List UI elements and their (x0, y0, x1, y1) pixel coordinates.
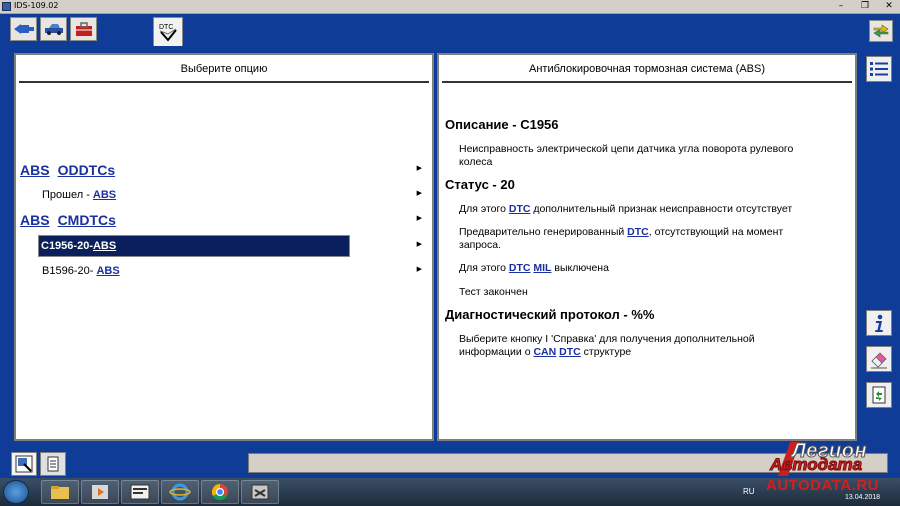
top-toolbar: DTC (0, 14, 900, 46)
close-button[interactable]: ✕ (882, 1, 896, 12)
windows-taskbar: RU 13.04.2018 (0, 478, 900, 506)
notes-icon (47, 456, 59, 472)
exit-button[interactable] (869, 20, 893, 42)
abs-link[interactable]: ABS (93, 240, 116, 252)
group-abs-oddtcs[interactable]: ABS ODDTCs ▶ (20, 159, 428, 181)
window-title: IDS-109.02 (14, 1, 59, 10)
file-explorer-icon (51, 486, 69, 499)
dtc-link[interactable]: DTC (509, 203, 531, 215)
expand-arrow-icon: ▶ (416, 266, 422, 273)
status-line-3: Для этого DTC MIL выключена (459, 262, 609, 274)
taskbar-chrome[interactable] (201, 480, 239, 504)
maximize-button[interactable]: ❐ (858, 1, 872, 12)
dtc-link[interactable]: DTC (627, 226, 649, 238)
mil-link[interactable]: MIL (533, 262, 551, 274)
dtc-icon: DTC (159, 24, 177, 42)
info-button[interactable] (866, 310, 892, 336)
protocol-title: Диагностический протокол - %% (445, 307, 655, 322)
list-item-label: C1956-20- ABS (20, 235, 350, 257)
list-item-label: B1596-20- ABS (42, 265, 120, 277)
tab-vehicle[interactable] (40, 17, 67, 41)
expand-arrow-icon: ▶ (416, 241, 422, 248)
eraser-icon (871, 352, 887, 369)
list-item-label: Прошел - ABS (42, 189, 117, 201)
details-panel-header: Антиблокировочная тормозная система (ABS… (442, 57, 852, 83)
taskbar-ids-app[interactable] (121, 480, 159, 504)
status-line-4: Тест закончен (459, 286, 528, 298)
title-bar: IDS-109.02 – ❐ ✕ (0, 0, 900, 14)
expand-arrow-icon: ▶ (416, 165, 422, 172)
ids-app-icon (130, 484, 150, 500)
screen-capture-button[interactable] (11, 452, 37, 476)
abs-link[interactable]: ABS (20, 162, 50, 178)
taskbar-diagnostic-tool[interactable] (241, 480, 279, 504)
minimize-button[interactable]: – (834, 1, 848, 12)
language-indicator[interactable]: RU (743, 487, 755, 496)
notes-button[interactable] (40, 452, 66, 476)
description-text: Неисправность электрической цепи датчика… (459, 143, 794, 168)
protocol-text: Выберите кнопку I 'Справка' для получени… (459, 333, 755, 358)
window-controls: – ❐ ✕ (834, 1, 896, 12)
logo-line-2: Автодата (769, 455, 863, 475)
app-icon (2, 2, 11, 11)
abs-link[interactable]: ABS (96, 265, 119, 277)
list-button[interactable] (866, 56, 892, 82)
list-item[interactable]: Прошел - ABS ▶ (20, 184, 428, 206)
connector-icon (13, 24, 34, 34)
details-panel: Антиблокировочная тормозная система (ABS… (437, 53, 857, 441)
status-title: Статус - 20 (445, 177, 515, 192)
abs-link[interactable]: ABS (20, 212, 50, 228)
dtc-link[interactable]: DTC (559, 346, 581, 358)
screen-capture-icon (15, 455, 33, 473)
tab-connector[interactable] (10, 17, 37, 41)
report-icon (872, 386, 886, 404)
group-title: ABS ODDTCs (20, 162, 123, 178)
exit-arrows-icon (873, 24, 889, 38)
logo-line-3: AUTODATA.RU (766, 477, 879, 494)
watermark-logo: Легион Автодата AUTODATA.RU (766, 440, 896, 498)
media-player-icon (92, 485, 108, 499)
tab-toolbox[interactable] (70, 17, 97, 41)
svg-text:DTC: DTC (159, 24, 173, 31)
eraser-button[interactable] (866, 346, 892, 372)
vehicle-icon (44, 24, 63, 35)
expand-arrow-icon: ▶ (416, 215, 422, 222)
selection-highlight: C1956-20- ABS (38, 235, 350, 257)
start-button[interactable] (3, 480, 29, 504)
ids-application: IDS-109.02 – ❐ ✕ DTC Выберите опцию ABS … (0, 0, 900, 506)
list-item-selected[interactable]: C1956-20- ABS ▶ (20, 235, 428, 257)
can-link[interactable]: CAN (533, 346, 556, 358)
internet-explorer-icon (169, 483, 191, 501)
taskbar-internet-explorer[interactable] (161, 480, 199, 504)
taskbar-media-player[interactable] (81, 480, 119, 504)
group-title: ABS CMDTCs (20, 212, 124, 228)
cmdtcs-link[interactable]: CMDTCs (58, 212, 116, 228)
oddtcs-link[interactable]: ODDTCs (58, 162, 116, 178)
expand-arrow-icon: ▶ (416, 190, 422, 197)
option-panel-header: Выберите опцию (19, 57, 429, 83)
group-abs-cmdtcs[interactable]: ABS CMDTCs ▶ (20, 209, 428, 231)
taskbar-file-explorer[interactable] (41, 480, 79, 504)
details-content: Описание - C1956 Неисправность электриче… (443, 117, 851, 359)
description-title: Описание - C1956 (445, 117, 559, 132)
info-icon (875, 314, 883, 332)
report-button[interactable] (866, 382, 892, 408)
list-item[interactable]: B1596-20- ABS ▶ (20, 260, 428, 282)
abs-link[interactable]: ABS (93, 189, 116, 201)
chrome-icon (211, 483, 228, 501)
dtc-link[interactable]: DTC (509, 262, 531, 274)
status-bar (0, 450, 900, 478)
status-line-1: Для этого DTC дополнительный признак неи… (459, 203, 793, 215)
diagnostic-tool-icon (251, 484, 269, 500)
option-panel: Выберите опцию ABS ODDTCs ▶ Прошел - ABS … (14, 53, 434, 441)
toolbox-icon (75, 22, 92, 36)
list-icon (870, 62, 888, 76)
status-line-2: Предварительно генерированный DTC, отсут… (459, 226, 784, 251)
tab-dtc[interactable]: DTC (153, 17, 183, 46)
